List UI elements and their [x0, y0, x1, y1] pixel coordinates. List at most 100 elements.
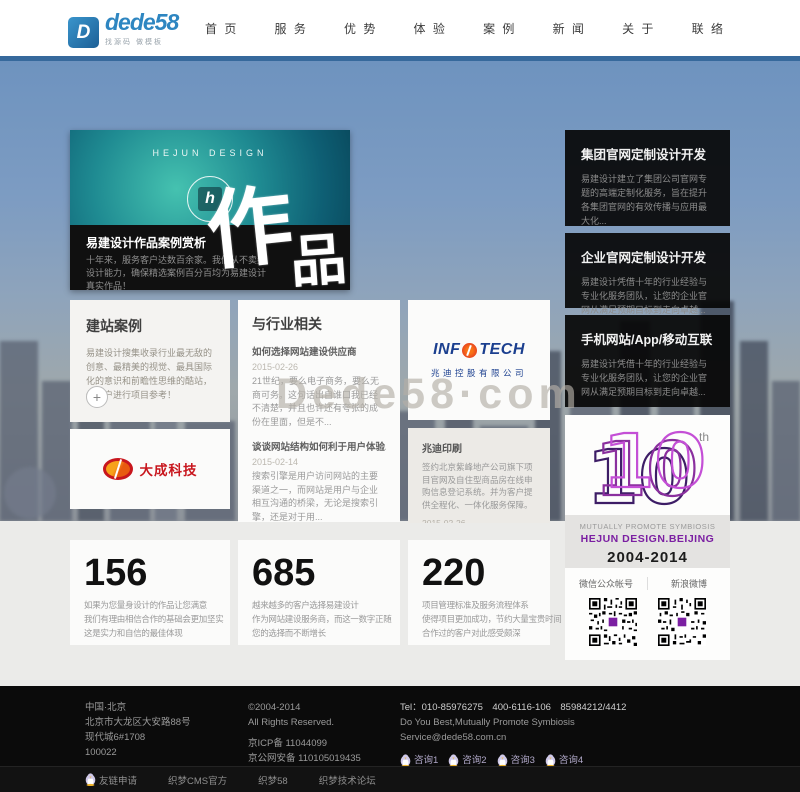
svg-text:10: 10 — [603, 419, 706, 505]
footer-telephone: Tel：010-85976275 400-6116-106 85984212/4… — [400, 700, 626, 715]
calligraphy-char-1: 作 — [200, 154, 299, 287]
wechat-label: 微信公众帐号 — [565, 577, 648, 590]
service-description: 易建设计建立了集团公司官网专题的高端定制化服务，旨在提升各集团官网的有效传播与应… — [581, 172, 714, 228]
footer-slogan: Do You Best,Mutually Promote Symbiosis — [400, 715, 626, 730]
cases-title: 建站案例 — [86, 316, 214, 336]
featured-brand: HEJUN DESIGN — [70, 148, 350, 158]
nav-item-news[interactable]: 新 闻 — [553, 20, 586, 37]
featured-showcase-card[interactable]: HEJUN DESIGN h 作 品 易建设计作品案例赏析 十年来，服务客户达数… — [70, 130, 350, 290]
service-panel-group-site[interactable]: 集团官网定制设计开发 易建设计建立了集团公司官网专题的高端定制化服务，旨在提升各… — [565, 130, 730, 226]
footer-contact-block: Tel：010-85976275 400-6116-106 85984212/4… — [400, 700, 626, 768]
nav-item-experience[interactable]: 体 验 — [414, 20, 447, 37]
project-date: 2015-02-26 — [422, 518, 536, 523]
footer-country: 中国·北京 — [85, 700, 192, 715]
anniversary-years: 2004-2014 — [565, 549, 730, 566]
stat-card-projects: 220 项目管理标准及服务流程体系 使得项目更加成功，节约大量宝贵时间 合作过的… — [408, 540, 550, 645]
client-dacheng-card[interactable]: 大成科技 — [70, 429, 230, 509]
footer-zipcode: 100022 — [85, 745, 192, 760]
stat-text-line: 越来越多的客户选择易建设计 — [252, 598, 386, 612]
anniversary-slogan-en: MUTUALLY PROMOTE SYMBIOSIS — [565, 522, 730, 531]
dacheng-logo-icon — [103, 458, 133, 480]
article-excerpt: 搜索引擎是用户访问网站的主要渠道之一，而网站是用户与企业相互沟通的桥梁，无论是搜… — [252, 470, 386, 522]
featured-title[interactable]: 易建设计作品案例赏析 — [86, 234, 206, 251]
bottom-link-label: 织梦58 — [258, 773, 288, 787]
client-infotech-card[interactable]: INF TECH 兆迪控股有限公司 — [408, 300, 550, 420]
social-card: 微信公众帐号 新浪微博 — [565, 568, 730, 660]
footer-bottom-bar: 友链申请 织梦CMS官方 织梦58 织梦技术论坛 — [0, 766, 800, 792]
calligraphy-char-2: 品 — [287, 214, 349, 290]
bottom-link-label: 友链申请 — [99, 773, 137, 787]
footer-email[interactable]: Service@dede58.com.cn — [400, 730, 626, 745]
logo-wordmark: dede58 — [105, 9, 178, 35]
article-title[interactable]: 谈谈网站结构如何利于用户体验... — [252, 439, 386, 453]
service-description: 易建设计凭借十年的行业经验与专业化服务团队，让您的企业官网从满足预期目标到走向卓… — [581, 357, 714, 399]
nav-item-cases[interactable]: 案 例 — [483, 20, 516, 37]
wechat-qr-code — [589, 598, 637, 646]
bottom-link-label: 织梦技术论坛 — [319, 773, 376, 787]
article-title[interactable]: 如何选择网站建设供应商 — [252, 344, 386, 358]
stat-text-line: 我们有理由相信合作的基础会更加坚实 — [84, 612, 216, 626]
stat-text-line: 如果为您量身设计的作品让您满意 — [84, 598, 216, 612]
stat-text-line: 您的选择而不断增长 — [252, 626, 386, 640]
article-excerpt: 21世纪，要么电子商务，要么无商可务。这句话出自谁口我已经不清楚，并且也许还有夸… — [252, 375, 386, 429]
anniversary-10th-graphic: 10 10 10 th — [565, 415, 730, 515]
stat-text-line: 合作过的客户对此感受颇深 — [422, 626, 536, 640]
anniversary-card: 10 10 10 th MUTUALLY PROMOTE SYMBIOSIS H… — [565, 415, 730, 568]
nav-item-advantage[interactable]: 优 势 — [344, 20, 377, 37]
service-panel-mobile[interactable]: 手机网站/App/移动互联 易建设计凭借十年的行业经验与专业化服务团队，让您的企… — [565, 315, 730, 407]
news-card: 与行业相关 如何选择网站建设供应商 2015-02-26 21世纪，要么电子商务… — [238, 300, 400, 522]
infotech-logo-text-right: TECH — [479, 341, 525, 359]
stat-value: 220 — [422, 552, 536, 594]
article-date: 2015-02-26 — [252, 362, 386, 372]
main-nav: 首 页 服 务 优 势 体 验 案 例 新 闻 关 于 联 络 — [205, 0, 725, 56]
stat-card-designs: 156 如果为您量身设计的作品让您满意 我们有理由相信合作的基础会更加坚实 这是… — [70, 540, 230, 645]
news-article[interactable]: 如何选择网站建设供应商 2015-02-26 21世纪，要么电子商务，要么无商可… — [252, 344, 386, 429]
footer-police-record[interactable]: 京公网安备 110105019435 — [248, 751, 361, 766]
bottom-link-dede58[interactable]: 织梦58 — [255, 773, 288, 787]
project-title[interactable]: 兆迪印刷 — [422, 440, 536, 455]
footer-copyright-years: ©2004-2014 — [248, 700, 361, 715]
qq-penguin-icon — [85, 773, 96, 786]
footer-address-line1: 北京市大龙区大安路88号 — [85, 715, 192, 730]
nav-item-about[interactable]: 关 于 — [622, 20, 655, 37]
logo-icon: D — [68, 17, 99, 48]
weibo-qr-code — [658, 598, 706, 646]
footer-rights: All Rights Reserved. — [248, 715, 361, 730]
nav-item-home[interactable]: 首 页 — [205, 20, 238, 37]
cases-card: 建站案例 易建设计搜集收录行业最无敌的创意、最精美的视觉、最具国际化的意识和前瞻… — [70, 300, 230, 422]
footer-address-line2: 现代城6#1708 — [85, 730, 192, 745]
page: D dede58 找源码 做模板 首 页 服 务 优 势 体 验 案 例 新 闻… — [0, 0, 800, 792]
bottom-link-dede-forum[interactable]: 织梦技术论坛 — [316, 773, 376, 787]
news-title: 与行业相关 — [252, 314, 386, 334]
stat-text-line: 这是实力和自信的最佳体现 — [84, 626, 216, 640]
header: D dede58 找源码 做模板 首 页 服 务 优 势 体 验 案 例 新 闻… — [0, 0, 800, 56]
news-article[interactable]: 谈谈网站结构如何利于用户体验... 2015-02-14 搜索引擎是用户访问网站… — [252, 439, 386, 522]
svg-text:th: th — [699, 430, 709, 444]
bottom-link-label: 织梦CMS官方 — [168, 773, 227, 787]
article-date: 2015-02-14 — [252, 457, 386, 467]
logo-tagline: 找源码 做模板 — [105, 33, 178, 53]
stat-text-line: 作为网站建设服务商，而这一数字正随 — [252, 612, 386, 626]
stat-text-line: 使得项目更加成功，节约大量宝贵时间 — [422, 612, 536, 626]
infotech-logo: INF TECH — [433, 341, 525, 359]
cases-more-button[interactable]: + — [86, 386, 108, 408]
header-divider — [0, 56, 800, 61]
project-card[interactable]: 兆迪印刷 签约北京紫峰地产公司旗下项目官网及自住型商品房在线申购信息登记系统。并… — [408, 428, 550, 523]
site-logo[interactable]: D dede58 找源码 做模板 — [68, 12, 178, 53]
footer-icp[interactable]: 京ICP备 11044099 — [248, 736, 361, 751]
service-title: 集团官网定制设计开发 — [581, 144, 714, 163]
bottom-link-dedecms-official[interactable]: 织梦CMS官方 — [165, 773, 227, 787]
nav-item-services[interactable]: 服 务 — [275, 20, 308, 37]
infotech-company-name: 兆迪控股有限公司 — [431, 367, 527, 379]
nav-item-contact[interactable]: 联 络 — [692, 20, 725, 37]
anniversary-band: MUTUALLY PROMOTE SYMBIOSIS HEJUN DESIGN.… — [565, 515, 730, 568]
infotech-logo-text-left: INF — [433, 341, 460, 359]
stat-card-clients: 685 越来越多的客户选择易建设计 作为网站建设服务商，而这一数字正随 您的选择… — [238, 540, 400, 645]
anniversary-brand-line: HEJUN DESIGN.BEIJING — [565, 533, 730, 545]
service-title: 企业官网定制设计开发 — [581, 247, 714, 266]
friend-link-apply[interactable]: 友链申请 — [85, 773, 137, 787]
service-panel-corporate-site[interactable]: 企业官网定制设计开发 易建设计凭借十年的行业经验与专业化服务团队，让您的企业官网… — [565, 233, 730, 308]
stat-value: 685 — [252, 552, 386, 594]
weibo-label: 新浪微博 — [648, 577, 730, 590]
service-description: 易建设计凭借十年的行业经验与专业化服务团队，让您的企业官网从满足预期目标到走向卓… — [581, 275, 714, 317]
